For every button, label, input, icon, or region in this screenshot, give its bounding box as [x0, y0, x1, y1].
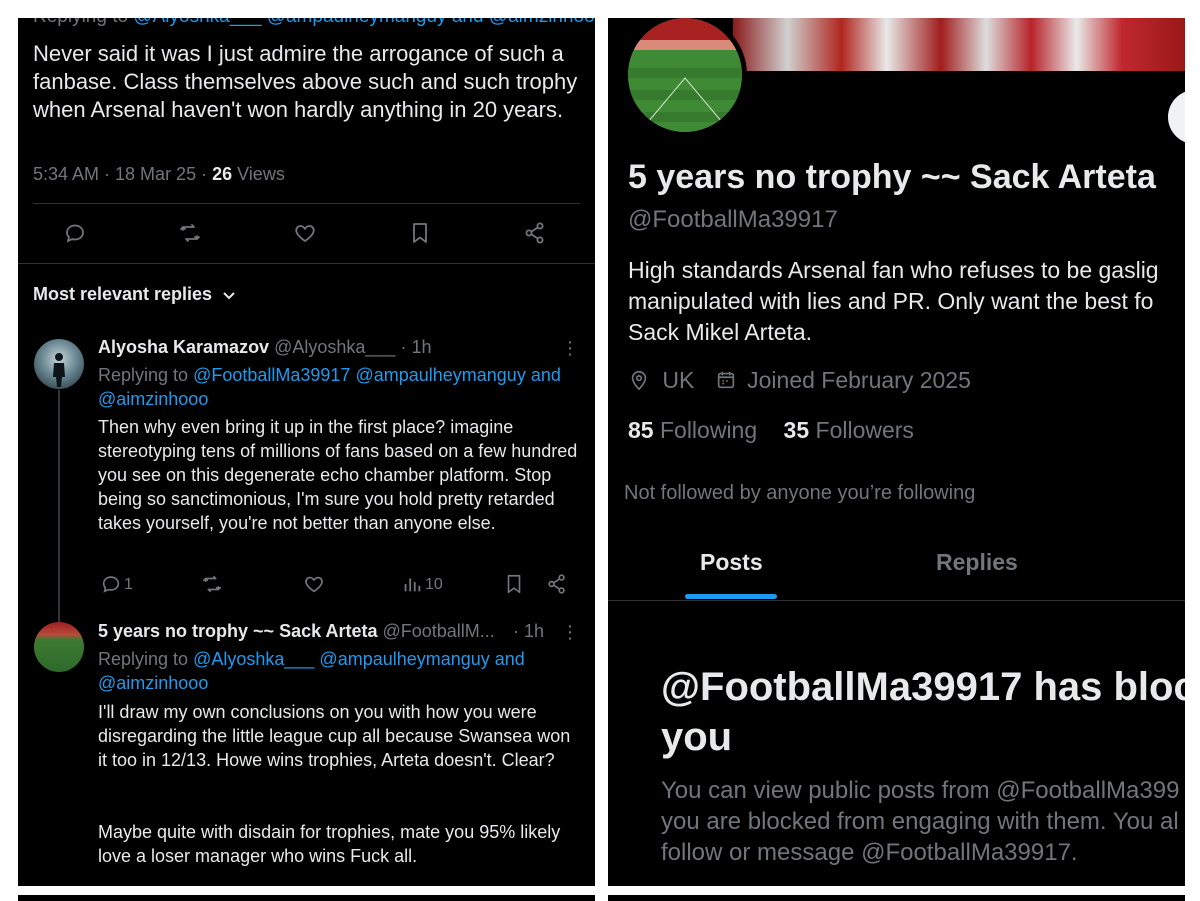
- tweet-timestamp[interactable]: 5:34 AM · 18 Mar 25 ·: [33, 164, 212, 184]
- profile-screenshot: 5 years no trophy ~~ Sack Arteta @Footba…: [608, 18, 1185, 886]
- views-count: 10: [425, 576, 443, 593]
- reply-replying-to: Replying to @Alyoshka___ @ampaulheymangu…: [98, 647, 525, 695]
- share-icon[interactable]: [546, 573, 568, 595]
- active-tab-indicator: [685, 594, 777, 599]
- reply-count: 1: [124, 576, 133, 593]
- followers-label: Followers: [815, 417, 914, 443]
- followers-count: 35: [783, 417, 810, 443]
- tweet-meta: 5:34 AM · 18 Mar 25 · 26 Views: [33, 164, 285, 185]
- divider: [608, 600, 1185, 601]
- reply-icon[interactable]: [100, 573, 122, 595]
- calendar-icon: [717, 371, 734, 389]
- like-icon[interactable]: [303, 573, 325, 595]
- views-icon[interactable]: [401, 573, 423, 595]
- like-icon[interactable]: [293, 221, 317, 245]
- tab-posts[interactable]: Posts: [700, 549, 763, 576]
- blocked-heading-line: @FootballMa39917 has bloc: [661, 665, 1185, 709]
- tweet-views-count: 26: [212, 164, 233, 184]
- replying-to-mentions[interactable]: @FootballMa39917 @ampaulheymanguy and: [193, 365, 561, 385]
- repost-icon[interactable]: [201, 573, 223, 595]
- follow-button[interactable]: [1168, 90, 1185, 144]
- reply-author-handle[interactable]: @FootballM...: [382, 621, 494, 641]
- replying-to-mention[interactable]: @aimzinhooo: [98, 673, 208, 693]
- bio-line: Sack Mikel Arteta.: [628, 319, 813, 345]
- replying-to-label: Replying to: [98, 649, 189, 669]
- reply-author-name[interactable]: 5 years no trophy ~~ Sack Arteta: [98, 621, 377, 641]
- repost-icon[interactable]: [178, 221, 202, 245]
- blocked-message-line: follow or message @FootballMa39917.: [661, 839, 1078, 866]
- location-icon: [631, 370, 647, 391]
- following-link[interactable]: 85 Following: [628, 417, 757, 443]
- share-icon[interactable]: [523, 221, 547, 245]
- blocked-heading-line: you: [661, 715, 733, 759]
- profile-location: UK: [662, 367, 695, 393]
- profile-joined-date: Joined February 2025: [747, 367, 971, 393]
- divider: [33, 203, 580, 204]
- chevron-down-icon: [223, 292, 235, 300]
- profile-display-name: 5 years no trophy ~~ Sack Arteta: [628, 158, 1156, 196]
- following-count: 85: [628, 417, 654, 443]
- bio-line: manipulated with lies and PR. Only want …: [628, 288, 1154, 314]
- profile-bio: High standards Arsenal fan who refuses t…: [628, 255, 1159, 348]
- mutual-followers-note: Not followed by anyone you’re following: [624, 482, 976, 504]
- profile-meta: UK Joined February 2025: [628, 367, 971, 394]
- replying-to-mention[interactable]: @aimzinhooo: [98, 389, 208, 409]
- follow-stats: 85 Following 35 Followers: [628, 417, 914, 444]
- bio-line: High standards Arsenal fan who refuses t…: [628, 257, 1159, 283]
- reply-replying-to: Replying to @FootballMa39917 @ampaulheym…: [98, 363, 561, 411]
- tweet-text: Never said it was I just admire the arro…: [33, 41, 578, 122]
- tab-label: Replies: [936, 549, 1018, 575]
- avatar[interactable]: [34, 339, 84, 389]
- reply-timestamp[interactable]: · 1h: [400, 337, 431, 357]
- cut-off-content: [18, 895, 595, 901]
- profile-banner: [733, 18, 1185, 71]
- replying-to-label: Replying to: [33, 18, 128, 27]
- blocked-heading: @FootballMa39917 has bloc you: [661, 662, 1185, 762]
- reply-text-paragraph: Maybe quite with disdain for trophies, m…: [98, 822, 561, 866]
- following-label: Following: [659, 417, 758, 443]
- profile-handle: @FootballMa39917: [628, 206, 838, 233]
- cut-off-content: [608, 895, 1185, 901]
- thread-connector: [58, 390, 60, 630]
- reply-text: Then why even bring it up in the first p…: [98, 417, 578, 533]
- reply-author-name[interactable]: Alyosha Karamazov: [98, 337, 269, 357]
- blocked-message-line: You can view public posts from @Football…: [661, 777, 1180, 804]
- bookmark-icon[interactable]: [503, 573, 525, 595]
- reply-header: Alyosha Karamazov @Alyoshka___ · 1h: [98, 337, 431, 358]
- reply-text: I'll draw my own conclusions on you with…: [98, 702, 571, 770]
- reply-thread-screenshot: Replying to @Alyoshka___ @ampaulheymangu…: [18, 18, 595, 886]
- tab-replies[interactable]: Replies: [936, 549, 1018, 576]
- followers-link[interactable]: 35 Followers: [784, 417, 914, 443]
- cut-replying-to: Replying to @Alyoshka___ @ampaulheymangu…: [33, 18, 595, 28]
- replying-to-label: Replying to: [98, 365, 189, 385]
- profile-avatar[interactable]: [628, 18, 742, 132]
- avatar[interactable]: [34, 622, 84, 672]
- reply-header: 5 years no trophy ~~ Sack Arteta @Footba…: [98, 621, 495, 642]
- blocked-message-line: you are blocked from engaging with them.…: [661, 808, 1179, 835]
- tab-label: Posts: [700, 549, 763, 575]
- more-options-icon[interactable]: ⋮: [561, 338, 579, 359]
- reply-author-handle[interactable]: @Alyoshka___: [274, 337, 395, 357]
- blocked-message: You can view public posts from @Football…: [661, 775, 1179, 868]
- more-options-icon[interactable]: ⋮: [561, 622, 579, 643]
- replying-to-mentions[interactable]: @Alyoshka___ @ampaulheymanguy and: [193, 649, 525, 669]
- tweet-views-label: Views: [237, 164, 285, 184]
- replying-to-mentions[interactable]: @Alyoshka___ @ampaulheymanguy and @aimzi…: [133, 18, 595, 27]
- divider: [18, 263, 595, 264]
- reply-timestamp[interactable]: · 1h: [513, 621, 544, 642]
- reply-sort-label: Most relevant replies: [33, 284, 213, 304]
- bookmark-icon[interactable]: [408, 221, 432, 245]
- reply-icon[interactable]: [63, 221, 87, 245]
- reply-sort-dropdown[interactable]: Most relevant replies: [33, 284, 237, 305]
